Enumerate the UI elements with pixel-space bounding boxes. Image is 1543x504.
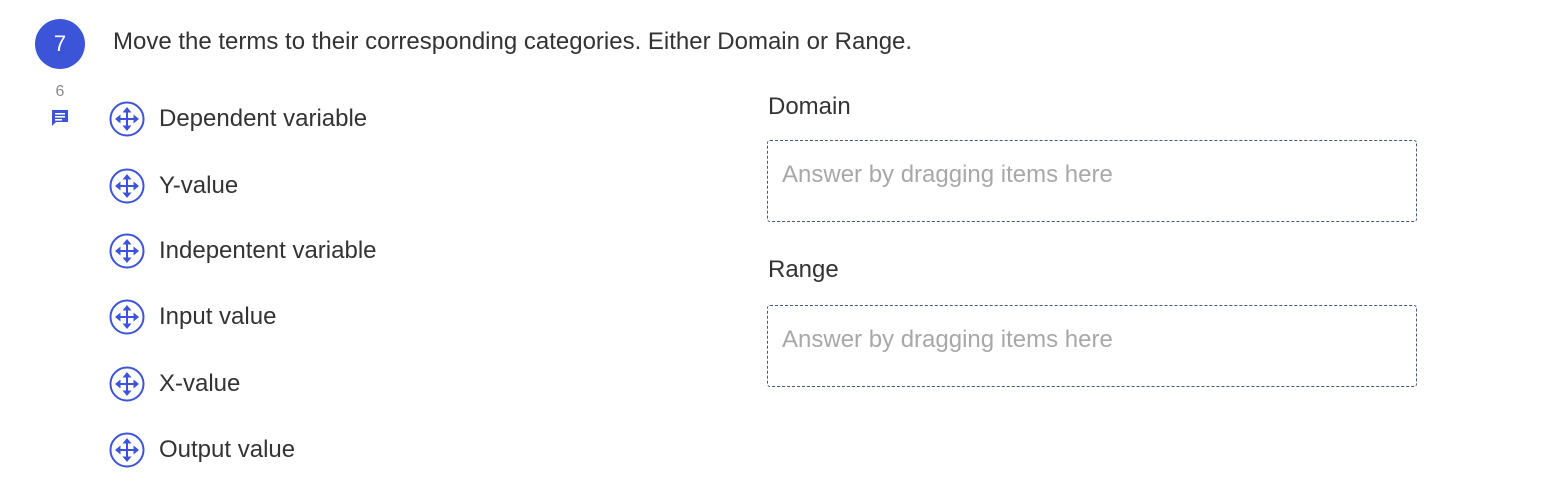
move-icon [109, 299, 145, 335]
question-number: 7 [53, 31, 67, 56]
comment-count: 6 [55, 83, 65, 100]
drag-item[interactable]: Y-value [109, 166, 469, 206]
drag-item[interactable]: Input value [109, 297, 469, 337]
comment-icon[interactable] [50, 108, 70, 128]
drag-item-label: Y-value [159, 172, 239, 199]
drop-zone-range[interactable]: Answer by dragging items here [767, 305, 1417, 387]
move-icon [109, 233, 145, 269]
drag-item-label: Dependent variable [159, 105, 368, 132]
drag-item[interactable]: Indepentent variable [109, 231, 469, 271]
drag-item-label: Indepentent variable [159, 237, 377, 264]
drag-item-label: Input value [159, 303, 277, 330]
category-label-domain: Domain [768, 93, 851, 120]
question-prompt: Move the terms to their corresponding ca… [113, 28, 913, 55]
drag-item-label: X-value [159, 370, 241, 397]
drop-zone-placeholder: Answer by dragging items here [782, 161, 1113, 188]
move-icon [109, 432, 145, 468]
drag-item[interactable]: Dependent variable [109, 99, 469, 139]
drop-zone-domain[interactable]: Answer by dragging items here [767, 140, 1417, 222]
drag-item[interactable]: Output value [109, 430, 469, 470]
question-number-badge: 7 [35, 19, 85, 69]
drag-item[interactable]: X-value [109, 364, 469, 404]
category-label-range: Range [768, 256, 839, 283]
drop-zone-placeholder: Answer by dragging items here [782, 326, 1113, 353]
move-icon [109, 101, 145, 137]
move-icon [109, 168, 145, 204]
drag-item-label: Output value [159, 436, 296, 463]
move-icon [109, 366, 145, 402]
